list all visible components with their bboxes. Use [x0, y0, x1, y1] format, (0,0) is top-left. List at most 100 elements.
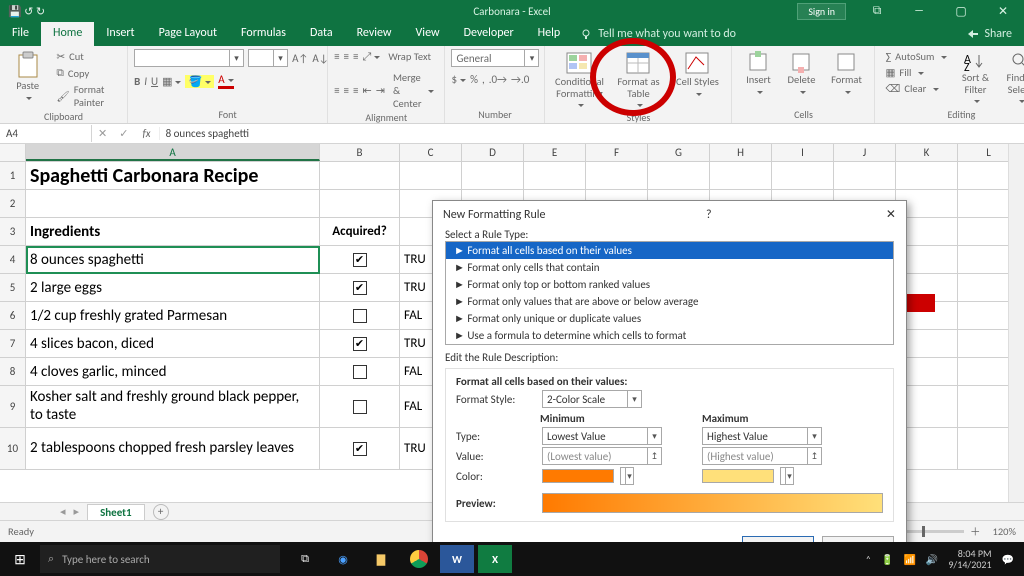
indent-dec-icon[interactable]: ⇤ — [363, 84, 372, 97]
min-type-dropdown[interactable]: Lowest Value▾ — [542, 427, 662, 445]
ribbon-options-icon[interactable]: ⧉ — [856, 4, 898, 18]
font-size[interactable]: ▾ — [248, 49, 288, 67]
min-value-input[interactable]: (Lowest value)↥ — [542, 447, 662, 465]
formula-input[interactable]: 8 ounces spaghetti — [160, 125, 1024, 142]
row-header[interactable]: 8 — [0, 358, 26, 385]
align-mid-icon[interactable]: ≡ — [344, 50, 349, 63]
checkbox[interactable] — [353, 400, 367, 414]
percent-icon[interactable]: % — [470, 73, 478, 86]
delete-cells-button[interactable]: Delete — [781, 49, 821, 97]
fx-enter-icon[interactable]: ✓ — [113, 127, 134, 140]
cell-acquired[interactable] — [320, 358, 400, 385]
col-header-k[interactable]: K — [896, 144, 958, 161]
underline-button[interactable]: U — [151, 75, 158, 88]
start-button[interactable]: ⊞ — [0, 551, 40, 568]
rule-type-list[interactable]: ► Format all cells based on their values… — [445, 241, 894, 345]
cell-hdr-b[interactable]: Acquired? — [320, 218, 400, 245]
vertical-scrollbar[interactable] — [1008, 144, 1024, 502]
align-right-icon[interactable]: ≡ — [353, 84, 358, 97]
currency-icon[interactable]: $ — [451, 73, 466, 86]
font-color-button[interactable]: A — [218, 73, 233, 89]
cell-hdr-a[interactable]: Ingredients — [26, 218, 320, 245]
task-view-icon[interactable]: ⧉ — [288, 545, 322, 573]
tab-data[interactable]: Data — [298, 22, 345, 46]
maximize-icon[interactable]: ▢ — [940, 4, 982, 19]
cell-title[interactable]: Spaghetti Carbonara Recipe — [26, 162, 320, 189]
col-header-f[interactable]: F — [586, 144, 648, 161]
cell-ingredient[interactable]: 2 large eggs — [26, 274, 320, 301]
inc-decimal-icon[interactable]: .0→ — [489, 73, 507, 86]
conditional-formatting-button[interactable]: Conditional Formatting — [551, 49, 607, 111]
cell[interactable] — [834, 162, 896, 189]
col-header-h[interactable]: H — [710, 144, 772, 161]
cell-ingredient[interactable]: Kosher salt and freshly ground black pep… — [26, 386, 320, 427]
tab-page-layout[interactable]: Page Layout — [147, 22, 229, 46]
sheet-nav-prev-icon[interactable]: ◂ — [60, 505, 66, 518]
fill-color-button[interactable]: 🪣 — [185, 75, 214, 88]
col-header-e[interactable]: E — [524, 144, 586, 161]
sort-filter-button[interactable]: AZSort & Filter — [954, 49, 996, 107]
max-type-dropdown[interactable]: Highest Value▾ — [702, 427, 822, 445]
tab-developer[interactable]: Developer — [452, 22, 526, 46]
taskbar-explorer-icon[interactable]: ▇ — [364, 545, 398, 573]
tell-me[interactable]: Tell me what you want to do — [572, 22, 744, 46]
row-header[interactable]: 3 — [0, 218, 26, 245]
taskbar-excel-icon[interactable]: X — [478, 545, 512, 573]
cell-acquired[interactable] — [320, 428, 400, 469]
taskbar-chrome-icon[interactable] — [402, 545, 436, 573]
taskbar-word-icon[interactable]: W — [440, 545, 474, 573]
checkbox[interactable] — [353, 442, 367, 456]
cell-acquired[interactable] — [320, 386, 400, 427]
cell-ingredient[interactable]: 2 tablespoons chopped fresh parsley leav… — [26, 428, 320, 469]
number-format[interactable]: General▾ — [451, 49, 539, 67]
col-header-c[interactable]: C — [400, 144, 462, 161]
rule-type-5[interactable]: ► Use a formula to determine which cells… — [446, 327, 893, 344]
cell[interactable] — [648, 162, 710, 189]
zoom-level[interactable]: 120% — [993, 525, 1016, 538]
fx-cancel-icon[interactable]: ✕ — [92, 127, 113, 140]
checkbox[interactable] — [353, 365, 367, 379]
dialog-help-icon[interactable]: ? — [706, 208, 712, 222]
paste-button[interactable]: Paste — [6, 49, 49, 103]
merge-button[interactable]: Merge & Center — [389, 70, 439, 111]
col-header-g[interactable]: G — [648, 144, 710, 161]
align-left-icon[interactable]: ≡ — [334, 84, 339, 97]
tab-review[interactable]: Review — [345, 22, 404, 46]
clear-button[interactable]: ⌫ Clear — [881, 81, 951, 96]
increase-font-icon[interactable]: A↑ — [292, 52, 308, 65]
cell-acquired[interactable] — [320, 302, 400, 329]
taskbar-search[interactable]: ⌕ Type here to search — [40, 545, 280, 573]
align-top-icon[interactable]: ≡ — [334, 50, 339, 63]
col-header-j[interactable]: J — [834, 144, 896, 161]
select-all-corner[interactable] — [0, 144, 26, 161]
tray-notifications-icon[interactable]: 💬 — [1002, 553, 1014, 566]
row-header[interactable]: 2 — [0, 190, 26, 217]
wrap-text-button[interactable]: Wrap Text — [384, 49, 435, 64]
font-family[interactable]: ▾ — [134, 49, 244, 67]
cell[interactable] — [586, 162, 648, 189]
format-as-table-button[interactable]: Format as Table — [610, 49, 666, 111]
cell-styles-button[interactable]: Cell Styles — [669, 49, 725, 99]
col-header-b[interactable]: B — [320, 144, 400, 161]
tab-home[interactable]: Home — [41, 22, 94, 46]
row-header[interactable]: 9 — [0, 386, 26, 427]
tab-insert[interactable]: Insert — [94, 22, 146, 46]
checkbox[interactable] — [353, 253, 367, 267]
cell[interactable] — [400, 162, 462, 189]
cell[interactable] — [320, 162, 400, 189]
col-header-i[interactable]: I — [772, 144, 834, 161]
cell-acquired[interactable] — [320, 246, 400, 273]
indent-inc-icon[interactable]: ⇥ — [376, 84, 385, 97]
cell[interactable] — [896, 162, 958, 189]
comma-icon[interactable]: , — [482, 73, 485, 86]
rule-type-3[interactable]: ► Format only values that are above or b… — [446, 293, 893, 310]
col-header-a[interactable]: A — [26, 144, 320, 161]
add-sheet-button[interactable]: + — [153, 504, 169, 520]
cell[interactable] — [710, 162, 772, 189]
sheet-nav-next-icon[interactable]: ▸ — [74, 505, 80, 518]
tray-clock[interactable]: 8:04 PM 9/14/2021 — [948, 548, 991, 570]
col-header-d[interactable]: D — [462, 144, 524, 161]
sign-in-button[interactable]: Sign in — [797, 3, 846, 20]
cell-ingredient[interactable]: 4 slices bacon, diced — [26, 330, 320, 357]
italic-button[interactable]: I — [144, 75, 147, 88]
